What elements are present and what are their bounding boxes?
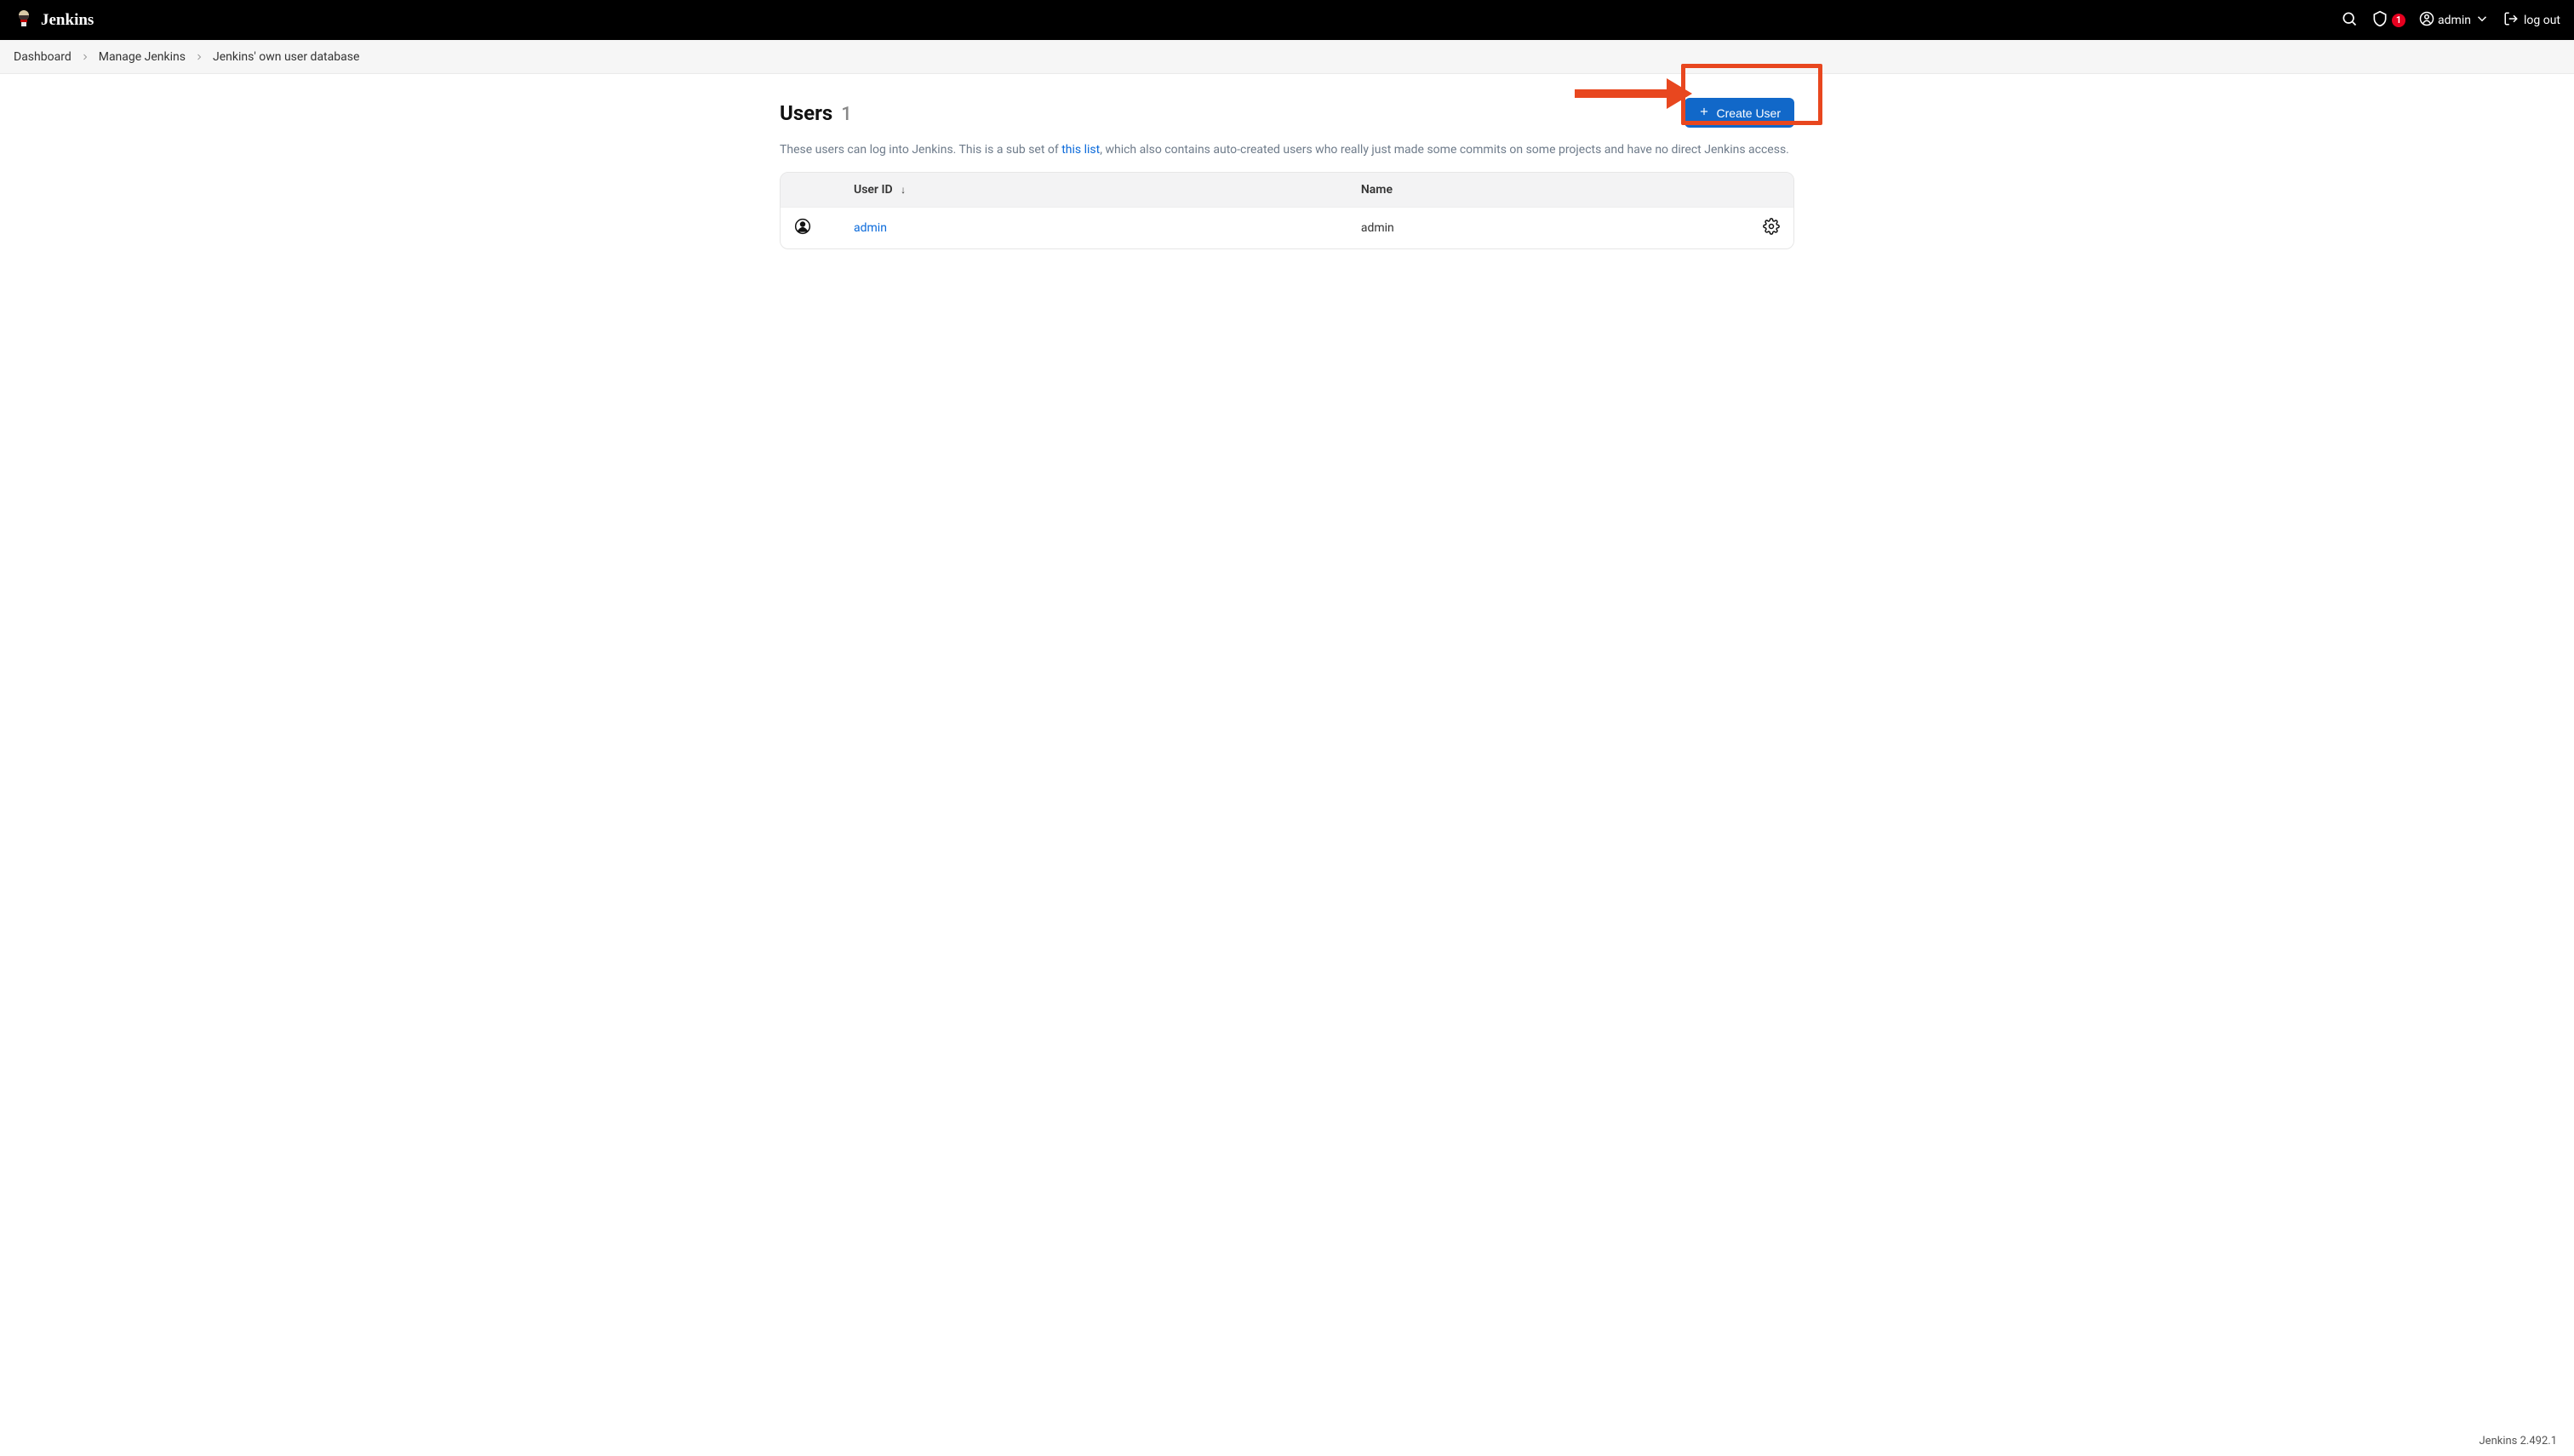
table-header-row: User ID ↓ Name — [781, 173, 1793, 207]
user-circle-icon — [2419, 11, 2434, 30]
table-header-icon — [781, 173, 840, 207]
header-user-id-label: User ID — [854, 183, 893, 197]
footer-version: Jenkins 2.492.1 — [2462, 1426, 2574, 1456]
username-label: admin — [2438, 14, 2471, 27]
page-user-count: 1 — [841, 104, 852, 125]
description-text-suffix: , which also contains auto-created users… — [1100, 143, 1789, 157]
main-content: Users 1 Create User These users can log … — [780, 74, 1794, 273]
chevron-right-icon — [80, 52, 90, 62]
table-header-user-id[interactable]: User ID ↓ — [840, 173, 1347, 207]
chevron-down-icon — [2474, 11, 2490, 30]
breadcrumbs: Dashboard Manage Jenkins Jenkins' own us… — [0, 40, 2574, 74]
user-id-link[interactable]: admin — [854, 221, 887, 235]
table-row: admin admin — [781, 207, 1793, 248]
top-header: Jenkins 1 admin log out — [0, 0, 2574, 40]
table-header-actions — [1734, 173, 1793, 207]
row-user-id-cell: admin — [840, 207, 1347, 248]
brand-name: Jenkins — [41, 11, 94, 30]
table-header-name[interactable]: Name — [1347, 173, 1734, 207]
users-table: User ID ↓ Name admin admin — [780, 172, 1794, 249]
sort-descending-icon: ↓ — [901, 184, 906, 196]
logout-label: log out — [2524, 14, 2560, 27]
plus-icon — [1698, 106, 1710, 120]
breadcrumb-user-database[interactable]: Jenkins' own user database — [213, 50, 359, 64]
page-title-wrap: Users 1 — [780, 101, 852, 125]
search-button[interactable] — [2341, 10, 2358, 31]
logout-link[interactable]: log out — [2503, 11, 2560, 30]
shield-icon — [2371, 10, 2388, 31]
logout-icon — [2503, 11, 2519, 30]
breadcrumb-manage-jenkins[interactable]: Manage Jenkins — [99, 50, 186, 64]
header-name-label: Name — [1361, 183, 1393, 197]
brand-logo-link[interactable]: Jenkins — [14, 9, 94, 32]
gear-icon — [1763, 218, 1780, 238]
description-text-prefix: These users can log into Jenkins. This i… — [780, 143, 1061, 157]
user-circle-icon — [794, 225, 811, 238]
create-user-button-label: Create User — [1717, 106, 1781, 120]
page-description: These users can log into Jenkins. This i… — [780, 143, 1794, 157]
page-header: Users 1 Create User — [780, 98, 1794, 128]
user-menu[interactable]: admin — [2419, 11, 2490, 30]
breadcrumb-dashboard[interactable]: Dashboard — [14, 50, 72, 64]
chevron-right-icon — [194, 52, 204, 62]
user-settings-button[interactable] — [1763, 218, 1780, 238]
header-right: 1 admin log out — [2341, 10, 2560, 31]
annotation-arrow-icon — [1575, 89, 1668, 98]
row-avatar-cell — [781, 207, 840, 248]
alerts-count-badge: 1 — [2392, 14, 2405, 27]
row-actions-cell — [1734, 207, 1793, 248]
description-this-list-link[interactable]: this list — [1061, 143, 1100, 157]
search-icon — [2341, 10, 2358, 31]
alerts-button[interactable]: 1 — [2371, 10, 2405, 31]
page-title: Users — [780, 101, 832, 125]
row-name-cell: admin — [1347, 207, 1734, 248]
create-user-button[interactable]: Create User — [1685, 98, 1794, 128]
jenkins-logo-icon — [14, 9, 34, 32]
